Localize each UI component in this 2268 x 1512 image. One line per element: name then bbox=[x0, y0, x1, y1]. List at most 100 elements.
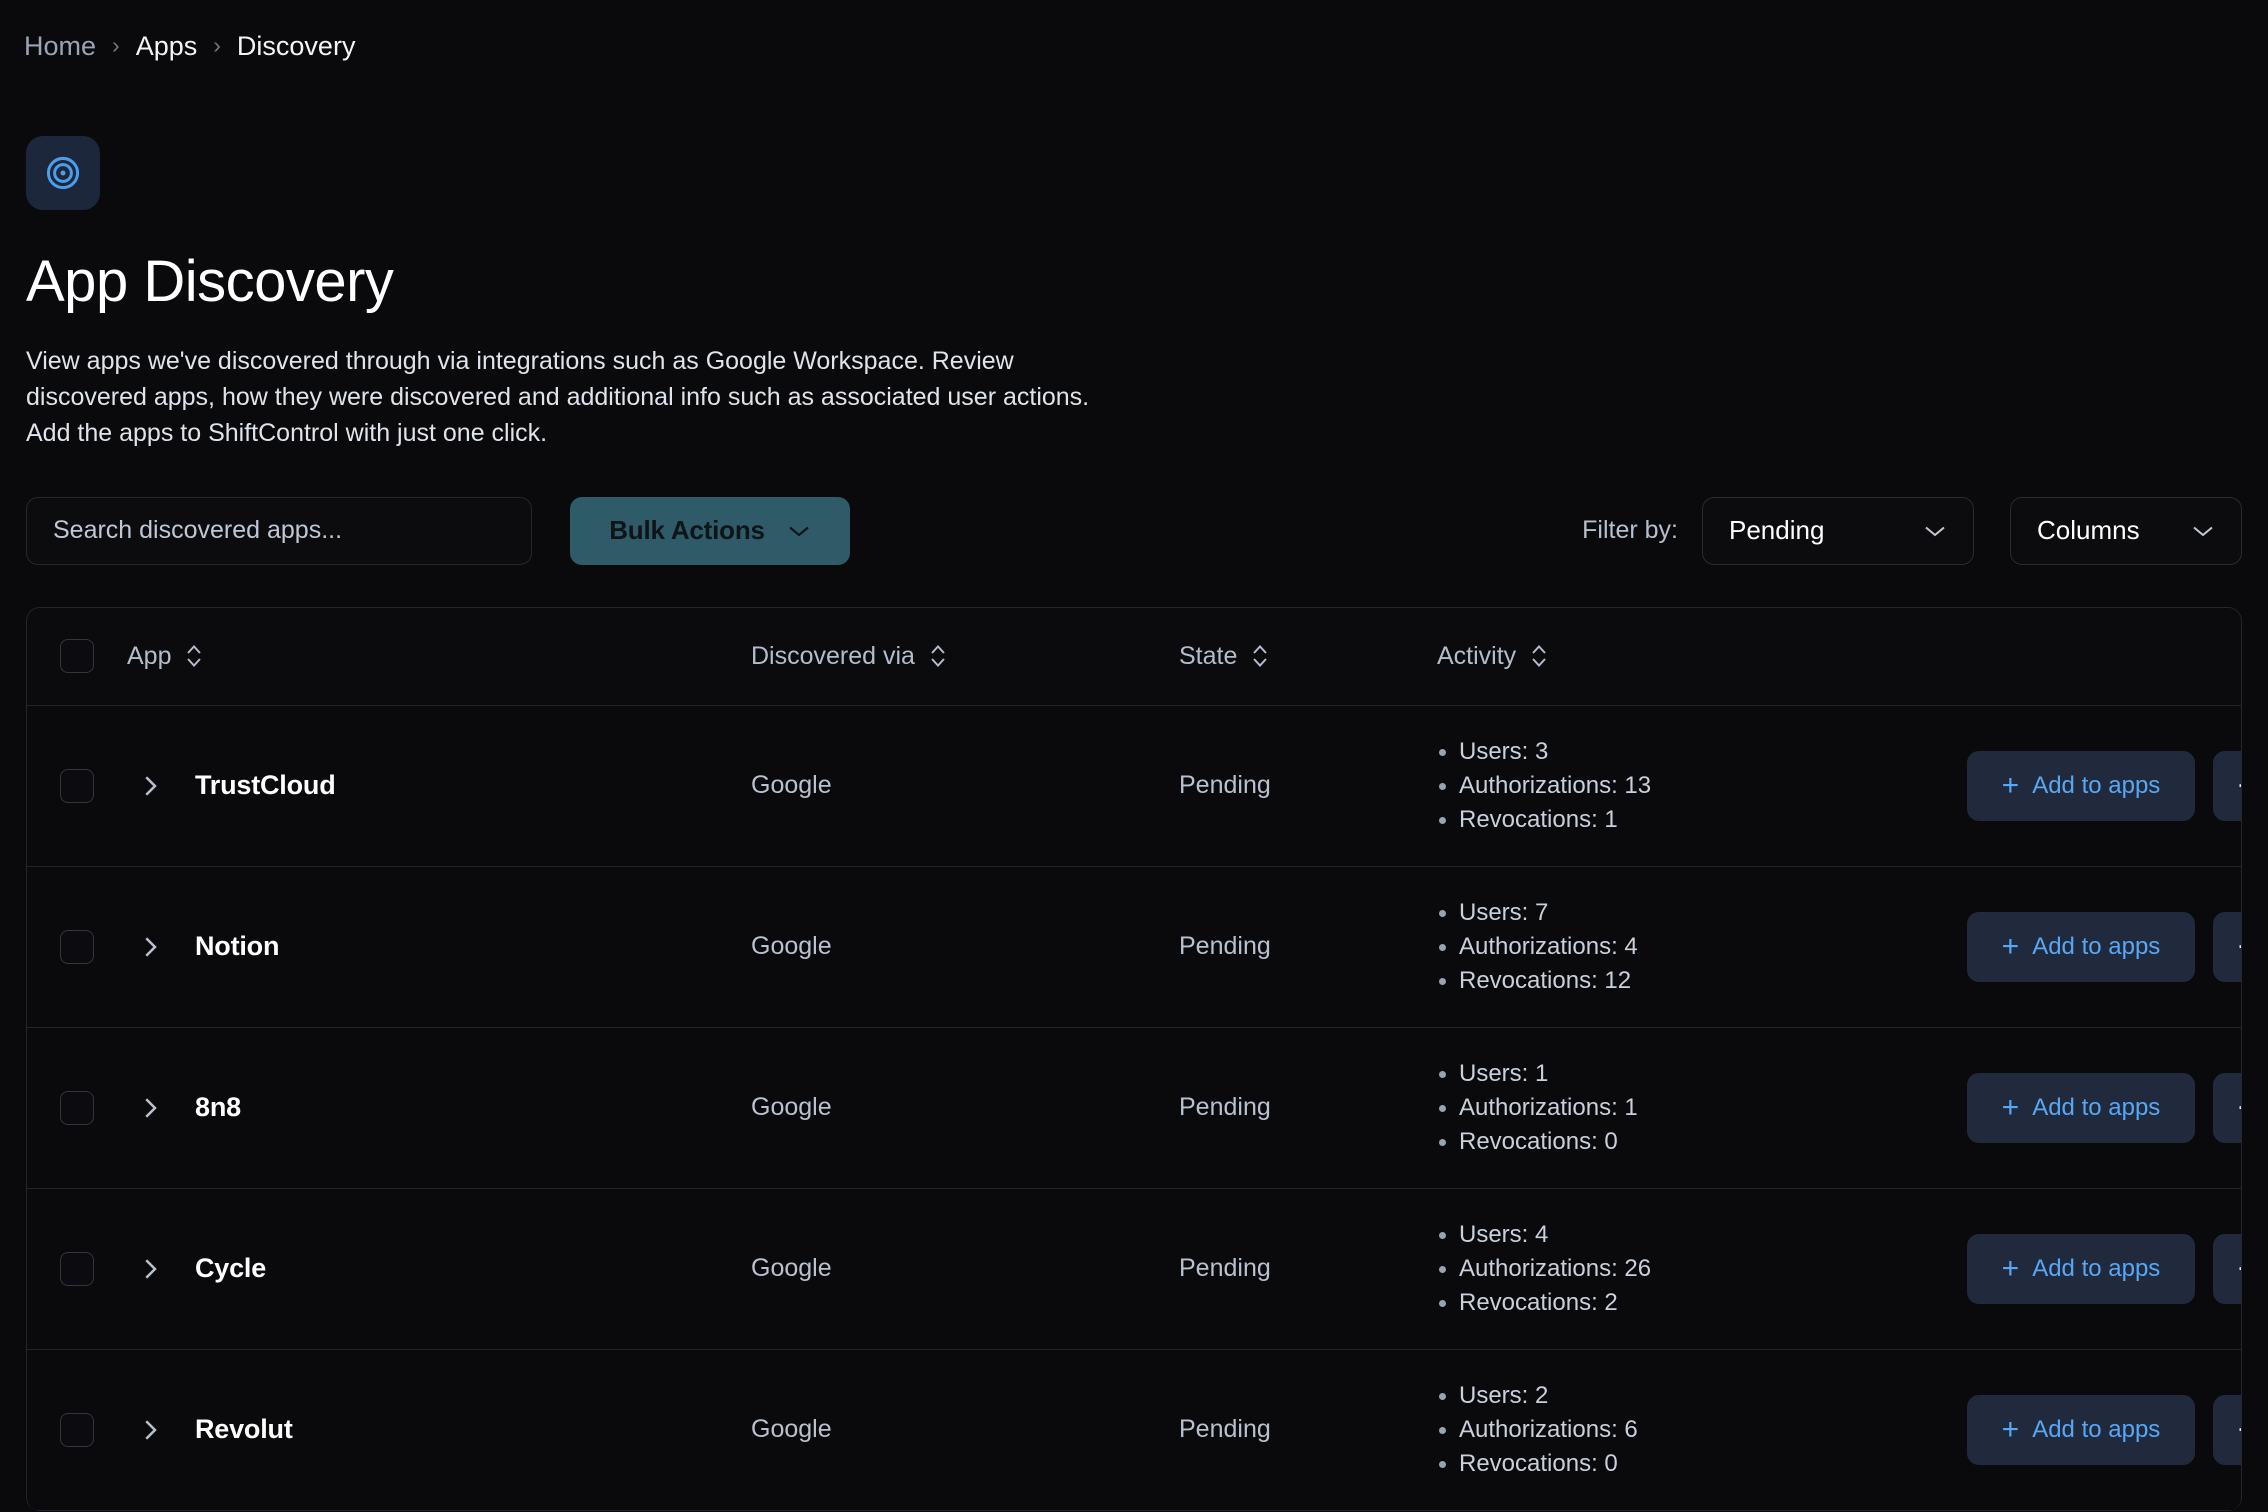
activity-item: Authorizations: 1 bbox=[1459, 1091, 1967, 1125]
activity-item: Revocations: 1 bbox=[1459, 803, 1967, 837]
row-actions: + Add to apps ... bbox=[1967, 751, 2242, 821]
row-app-name: TrustCloud bbox=[195, 770, 336, 801]
add-to-apps-button[interactable]: + Add to apps bbox=[1967, 1395, 2195, 1465]
row-actions: + Add to apps ... bbox=[1967, 1395, 2242, 1465]
row-more-options-button[interactable]: ... bbox=[2213, 1234, 2242, 1304]
plus-icon: + bbox=[2002, 771, 2020, 801]
row-app-cell: 8n8 bbox=[127, 1092, 751, 1123]
add-to-apps-button[interactable]: + Add to apps bbox=[1967, 912, 2195, 982]
row-more-options-button[interactable]: ... bbox=[2213, 751, 2242, 821]
row-discovered-via: Google bbox=[751, 1415, 1179, 1444]
row-actions: + Add to apps ... bbox=[1967, 912, 2242, 982]
table-row[interactable]: Revolut Google Pending Users: 2Authoriza… bbox=[27, 1350, 2241, 1511]
row-activity: Users: 4Authorizations: 26Revocations: 2 bbox=[1437, 1218, 1967, 1320]
row-actions: + Add to apps ... bbox=[1967, 1234, 2242, 1304]
row-checkbox[interactable] bbox=[60, 1413, 94, 1447]
breadcrumb-separator-icon: › bbox=[213, 34, 221, 57]
row-discovered-via: Google bbox=[751, 771, 1179, 800]
row-app-cell: TrustCloud bbox=[127, 770, 751, 801]
sort-icon bbox=[185, 643, 203, 669]
row-more-options-button[interactable]: ... bbox=[2213, 1395, 2242, 1465]
activity-item: Authorizations: 26 bbox=[1459, 1252, 1967, 1286]
table-row[interactable]: Cycle Google Pending Users: 4Authorizati… bbox=[27, 1189, 2241, 1350]
add-to-apps-label: Add to apps bbox=[2032, 933, 2160, 961]
row-app-name: Notion bbox=[195, 931, 279, 962]
columns-select[interactable]: Columns bbox=[2010, 497, 2242, 565]
row-app-cell: Revolut bbox=[127, 1414, 751, 1445]
page-description-line-3: Add the apps to ShiftControl with just o… bbox=[26, 415, 1286, 451]
chevron-down-icon bbox=[787, 524, 811, 538]
page-header: App Discovery View apps we've discovered… bbox=[24, 136, 2244, 451]
breadcrumb-item-home[interactable]: Home bbox=[24, 31, 96, 62]
row-checkbox[interactable] bbox=[60, 930, 94, 964]
bulk-actions-button[interactable]: Bulk Actions bbox=[570, 497, 850, 565]
table-row[interactable]: TrustCloud Google Pending Users: 3Author… bbox=[27, 706, 2241, 867]
select-all-cell bbox=[27, 639, 127, 673]
row-app-cell: Cycle bbox=[127, 1253, 751, 1284]
page-description-line-1: View apps we've discovered through via i… bbox=[26, 343, 1286, 379]
chevron-right-icon[interactable] bbox=[135, 1093, 165, 1123]
chevron-right-icon[interactable] bbox=[135, 1254, 165, 1284]
table-row[interactable]: Notion Google Pending Users: 7Authorizat… bbox=[27, 867, 2241, 1028]
row-discovered-via: Google bbox=[751, 932, 1179, 961]
select-all-checkbox[interactable] bbox=[60, 639, 94, 673]
column-header-app[interactable]: App bbox=[127, 642, 751, 671]
add-to-apps-label: Add to apps bbox=[2032, 772, 2160, 800]
breadcrumb-separator-icon: › bbox=[112, 34, 120, 57]
activity-item: Authorizations: 6 bbox=[1459, 1413, 1967, 1447]
column-header-state[interactable]: State bbox=[1179, 642, 1437, 671]
filter-state-select[interactable]: Pending bbox=[1702, 497, 1974, 565]
activity-item: Users: 1 bbox=[1459, 1057, 1967, 1091]
activity-item: Revocations: 12 bbox=[1459, 964, 1967, 998]
bulk-actions-label: Bulk Actions bbox=[609, 515, 765, 546]
breadcrumb-item-discovery[interactable]: Discovery bbox=[237, 31, 356, 62]
activity-item: Revocations: 2 bbox=[1459, 1286, 1967, 1320]
row-checkbox[interactable] bbox=[60, 1252, 94, 1286]
search-input[interactable] bbox=[26, 497, 532, 565]
row-discovered-via: Google bbox=[751, 1254, 1179, 1283]
filter-by-label: Filter by: bbox=[1582, 516, 1678, 545]
row-activity-list: Users: 7Authorizations: 4Revocations: 12 bbox=[1437, 896, 1967, 998]
activity-item: Revocations: 0 bbox=[1459, 1125, 1967, 1159]
row-more-options-button[interactable]: ... bbox=[2213, 1073, 2242, 1143]
row-state: Pending bbox=[1179, 1415, 1437, 1444]
breadcrumb: Home › Apps › Discovery bbox=[24, 26, 2244, 66]
chevron-right-icon[interactable] bbox=[135, 1415, 165, 1445]
page-title: App Discovery bbox=[26, 252, 2244, 313]
table-body: TrustCloud Google Pending Users: 3Author… bbox=[27, 706, 2241, 1511]
columns-label: Columns bbox=[2037, 515, 2140, 546]
add-to-apps-button[interactable]: + Add to apps bbox=[1967, 1234, 2195, 1304]
chevron-right-icon[interactable] bbox=[135, 771, 165, 801]
row-select-cell bbox=[27, 1091, 127, 1125]
row-app-name: 8n8 bbox=[195, 1092, 241, 1123]
sort-icon bbox=[1530, 643, 1548, 669]
row-app-name: Revolut bbox=[195, 1414, 293, 1445]
row-select-cell bbox=[27, 1252, 127, 1286]
activity-item: Revocations: 0 bbox=[1459, 1447, 1967, 1481]
row-checkbox[interactable] bbox=[60, 1091, 94, 1125]
row-more-options-button[interactable]: ... bbox=[2213, 912, 2242, 982]
activity-item: Users: 7 bbox=[1459, 896, 1967, 930]
row-checkbox[interactable] bbox=[60, 769, 94, 803]
row-activity-list: Users: 4Authorizations: 26Revocations: 2 bbox=[1437, 1218, 1967, 1320]
plus-icon: + bbox=[2002, 1415, 2020, 1445]
column-header-discovered-via[interactable]: Discovered via bbox=[751, 642, 1179, 671]
filter-state-value: Pending bbox=[1729, 515, 1824, 546]
row-select-cell bbox=[27, 769, 127, 803]
add-to-apps-button[interactable]: + Add to apps bbox=[1967, 1073, 2195, 1143]
toolbar: Bulk Actions Filter by: Pending Columns bbox=[24, 497, 2244, 565]
chevron-right-icon[interactable] bbox=[135, 932, 165, 962]
breadcrumb-item-apps[interactable]: Apps bbox=[136, 31, 198, 62]
column-header-state-label: State bbox=[1179, 642, 1237, 671]
add-to-apps-button[interactable]: + Add to apps bbox=[1967, 751, 2195, 821]
row-app-cell: Notion bbox=[127, 931, 751, 962]
table-header-row: App Discovered via State bbox=[27, 608, 2241, 706]
add-to-apps-label: Add to apps bbox=[2032, 1416, 2160, 1444]
table-row[interactable]: 8n8 Google Pending Users: 1Authorization… bbox=[27, 1028, 2241, 1189]
app-discovery-page: Home › Apps › Discovery App Discovery Vi… bbox=[0, 0, 2268, 1512]
row-discovered-via: Google bbox=[751, 1093, 1179, 1122]
column-header-activity[interactable]: Activity bbox=[1437, 642, 1967, 671]
activity-item: Authorizations: 13 bbox=[1459, 769, 1967, 803]
chevron-down-icon bbox=[1923, 524, 1947, 538]
page-description: View apps we've discovered through via i… bbox=[26, 343, 1286, 451]
